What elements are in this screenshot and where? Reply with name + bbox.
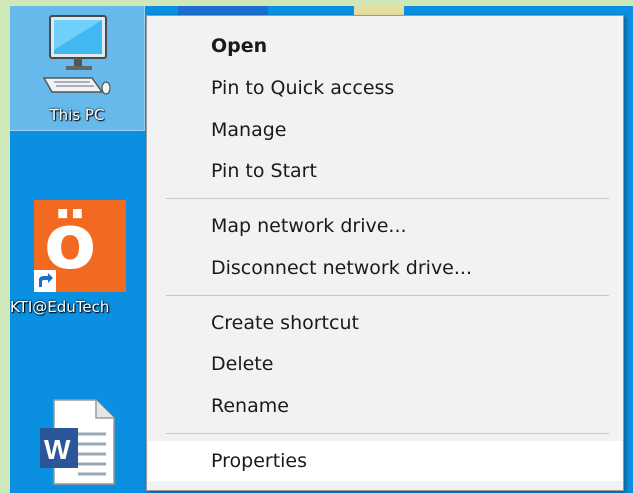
desktop-icon-label: KTI@EduTech <box>10 298 110 316</box>
menu-separator <box>166 295 609 296</box>
desktop-icon-this-pc[interactable]: This PC <box>10 6 145 131</box>
menu-item-delete[interactable]: Delete <box>148 344 622 384</box>
menu-item-pin-to-start[interactable]: Pin to Start <box>148 151 622 191</box>
desktop-icon-kti-edutech[interactable]: ö KTI@EduTech <box>10 197 144 330</box>
menu-item-open[interactable]: Open <box>148 26 622 66</box>
menu-separator <box>166 433 609 434</box>
computer-icon <box>42 15 111 95</box>
menu-separator <box>166 198 609 199</box>
desktop-icon-word-document[interactable]: W <box>10 398 144 493</box>
menu-item-properties[interactable]: Properties <box>148 441 622 481</box>
word-glyph: W <box>44 434 71 465</box>
desktop-icon-label: This PC <box>49 106 105 124</box>
menu-item-map-network-drive[interactable]: Map network drive... <box>148 206 622 246</box>
menu-item-create-shortcut[interactable]: Create shortcut <box>148 303 622 343</box>
shortcut-arrow-icon <box>34 270 56 292</box>
menu-item-rename[interactable]: Rename <box>148 386 622 426</box>
menu-item-disconnect-network-drive[interactable]: Disconnect network drive... <box>148 248 622 288</box>
menu-item-pin-quick-access[interactable]: Pin to Quick access <box>148 68 622 108</box>
context-menu: Open Pin to Quick access Manage Pin to S… <box>146 15 624 491</box>
menu-item-manage[interactable]: Manage <box>148 110 622 150</box>
app-shortcut-icon: ö <box>34 197 126 292</box>
